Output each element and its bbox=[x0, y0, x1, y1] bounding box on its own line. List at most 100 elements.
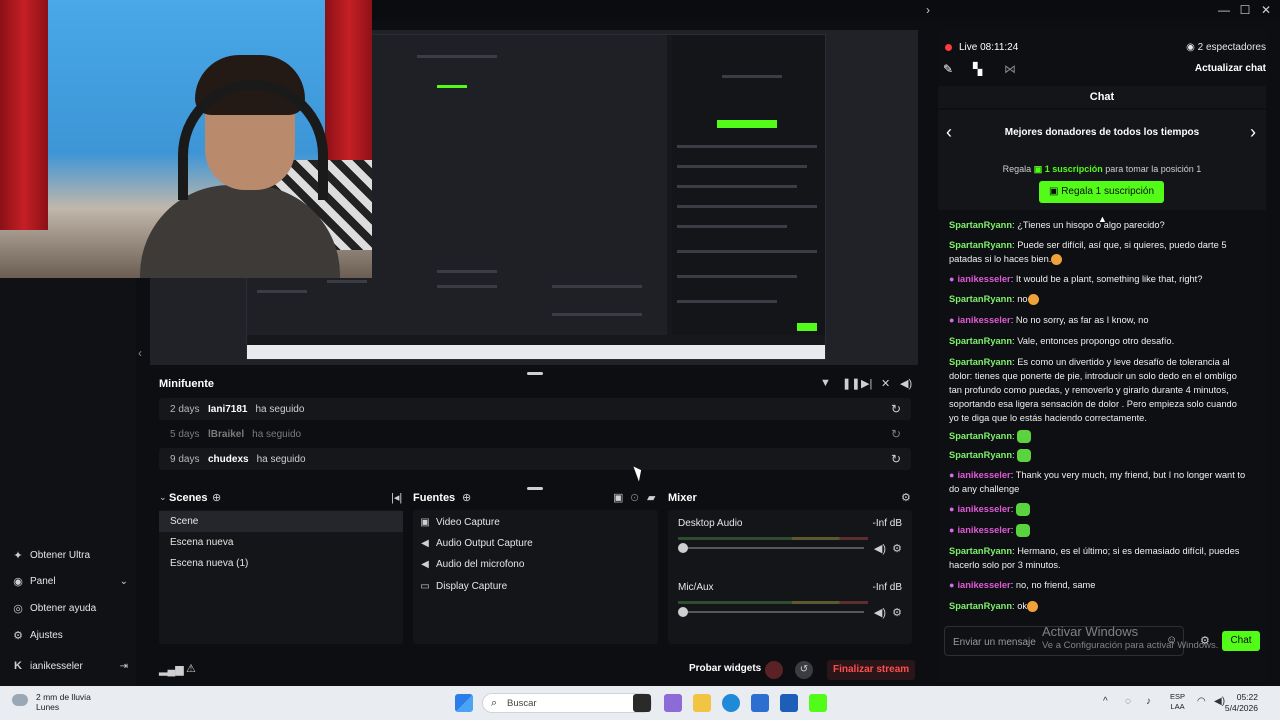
clock-date: 5/4/2026 bbox=[1224, 703, 1258, 713]
source-item[interactable]: ◀ Audio Output Capture bbox=[420, 534, 533, 552]
link-icon[interactable]: ⊙ bbox=[630, 491, 639, 504]
chat-username[interactable]: ianikesseler bbox=[957, 504, 1010, 514]
gift-count: 1 suscripción bbox=[1044, 164, 1103, 174]
share-icon[interactable]: ⋈ bbox=[1004, 62, 1016, 76]
collapse-chat-icon[interactable]: › bbox=[920, 2, 936, 18]
gear-icon[interactable]: ⚙ bbox=[892, 542, 902, 555]
chat-username[interactable]: ianikesseler bbox=[957, 470, 1010, 480]
chat-username[interactable]: ianikesseler bbox=[957, 315, 1010, 325]
alert-icon[interactable]: ⚠ bbox=[186, 662, 196, 675]
volume-slider-handle[interactable] bbox=[678, 543, 688, 553]
close-button[interactable]: ✕ bbox=[1258, 2, 1274, 18]
gift-subscription-button[interactable]: ▣ Regala 1 suscripción bbox=[1039, 181, 1164, 203]
chat-username[interactable]: ianikesseler bbox=[957, 580, 1010, 590]
chat-username[interactable]: SpartanRyann bbox=[949, 601, 1012, 611]
task-view-icon[interactable] bbox=[633, 694, 651, 712]
chat-text: ¿Tienes un hisopo o algo parecido? bbox=[1017, 220, 1165, 230]
network-icon[interactable]: ◌ bbox=[1125, 696, 1131, 707]
sidebar-user[interactable]: K ianikesseler ⇥ bbox=[12, 657, 128, 675]
maximize-button[interactable]: ☐ bbox=[1237, 2, 1253, 18]
clip-icon[interactable]: ▚ bbox=[973, 62, 982, 76]
sidebar-item-panel[interactable]: ◉ Panel ⌄ bbox=[12, 572, 128, 590]
gear-icon[interactable]: ⚙ bbox=[892, 606, 902, 619]
event-user: lBraikel bbox=[208, 428, 245, 440]
clock[interactable]: 05:22 5/4/2026 bbox=[1225, 692, 1258, 714]
gift-button-label: Regala 1 suscripción bbox=[1061, 186, 1155, 197]
update-chat-button[interactable]: Actualizar chat bbox=[1195, 63, 1266, 74]
event-action: ha seguido bbox=[255, 403, 305, 415]
file-explorer-icon[interactable] bbox=[693, 694, 711, 712]
send-chat-button[interactable]: Chat bbox=[1222, 631, 1260, 651]
edge-icon[interactable] bbox=[722, 694, 740, 712]
chat-username[interactable]: SpartanRyann bbox=[949, 220, 1012, 230]
store-icon[interactable] bbox=[780, 694, 798, 712]
replay-icon[interactable]: ↻ bbox=[891, 402, 901, 416]
outlook-icon[interactable] bbox=[751, 694, 769, 712]
tray-chevron-icon[interactable]: ^ bbox=[1103, 696, 1108, 707]
weather-widget[interactable]: 2 mm de lluvia Lunes bbox=[12, 692, 91, 712]
event-user: Iani7181 bbox=[208, 403, 248, 415]
source-item[interactable]: ▭ Display Capture bbox=[420, 577, 507, 595]
source-item[interactable]: ◀ Audio del microfono bbox=[420, 555, 524, 573]
volume-icon[interactable]: ◀) bbox=[900, 377, 912, 390]
chat-username[interactable]: SpartanRyann bbox=[949, 357, 1012, 367]
language-indicator[interactable]: ESP LAA bbox=[1170, 692, 1185, 712]
resize-handle[interactable] bbox=[527, 487, 543, 490]
chat-username[interactable]: ianikesseler bbox=[957, 274, 1010, 284]
volume-icon[interactable]: ◀) bbox=[874, 606, 886, 619]
sidebar-item-ultra[interactable]: ✦ Obtener Ultra bbox=[12, 546, 90, 564]
scene-item[interactable]: Scene bbox=[159, 511, 403, 532]
skip-icon[interactable]: ▶| bbox=[861, 377, 872, 390]
speaker-icon[interactable]: ◀) bbox=[1214, 696, 1225, 707]
replay-icon[interactable]: ↻ bbox=[891, 452, 901, 466]
kick-studio-icon[interactable] bbox=[809, 694, 827, 712]
gear-icon: ⚙ bbox=[13, 629, 23, 642]
edit-icon[interactable]: ✎ bbox=[943, 62, 953, 76]
chevron-right-icon[interactable]: › bbox=[1250, 122, 1256, 143]
chat-username[interactable]: SpartanRyann bbox=[949, 240, 1012, 250]
chevron-down-icon[interactable]: ⌄ bbox=[159, 492, 167, 503]
source-item[interactable]: ▣ Video Capture bbox=[420, 513, 499, 531]
stats-icon[interactable]: ▂▄▆ bbox=[159, 663, 184, 676]
chat-username[interactable]: ianikesseler bbox=[957, 525, 1010, 535]
filter-icon[interactable]: ▼ bbox=[820, 377, 831, 389]
mic-icon[interactable]: ♪ bbox=[1146, 696, 1151, 707]
pause-icon[interactable]: ❚❚ bbox=[842, 377, 860, 390]
scene-item[interactable]: Escena nueva bbox=[159, 532, 403, 553]
volume-slider-handle[interactable] bbox=[678, 607, 688, 617]
copilot-icon[interactable] bbox=[664, 694, 682, 712]
volume-slider[interactable] bbox=[684, 611, 864, 613]
sidebar-item-help[interactable]: ◎ Obtener ayuda bbox=[12, 599, 96, 617]
chevron-left-icon[interactable]: ‹ bbox=[138, 346, 142, 360]
taskbar-search[interactable]: ⌕ Buscar bbox=[482, 693, 652, 713]
record-button[interactable] bbox=[765, 661, 783, 679]
volume-slider[interactable] bbox=[684, 547, 864, 549]
event-user: chudexs bbox=[208, 453, 249, 465]
replay-buffer-button[interactable]: ↺ bbox=[795, 661, 813, 679]
gear-icon[interactable]: ⚙ bbox=[901, 491, 911, 504]
windows-start-icon[interactable] bbox=[455, 694, 473, 712]
preview-toggle-icon[interactable]: ▣ bbox=[613, 491, 623, 504]
logout-icon[interactable]: ⇥ bbox=[120, 661, 128, 672]
chat-text: no, no friend, same bbox=[1015, 580, 1096, 590]
clock-time: 05:22 bbox=[1236, 692, 1258, 702]
add-scene-icon[interactable]: ⊕ bbox=[212, 491, 221, 504]
wifi-icon[interactable]: ◠ bbox=[1197, 696, 1206, 707]
chat-username[interactable]: SpartanRyann bbox=[949, 450, 1012, 460]
chat-username[interactable]: SpartanRyann bbox=[949, 336, 1012, 346]
sidebar-item-settings[interactable]: ⚙ Ajustes bbox=[12, 626, 63, 644]
mute-alerts-icon[interactable]: ✕ bbox=[881, 377, 890, 390]
chat-username[interactable]: SpartanRyann bbox=[949, 294, 1012, 304]
chat-username[interactable]: SpartanRyann bbox=[949, 546, 1012, 556]
chat-username[interactable]: SpartanRyann bbox=[949, 431, 1012, 441]
preview-inner-chat bbox=[672, 35, 825, 335]
folder-icon[interactable]: ▰ bbox=[647, 491, 655, 504]
volume-icon[interactable]: ◀) bbox=[874, 542, 886, 555]
replay-icon[interactable]: ↻ bbox=[891, 427, 901, 441]
channel-db: -Inf dB bbox=[872, 518, 902, 529]
add-source-icon[interactable]: ⊕ bbox=[462, 491, 471, 504]
collapse-panel-icon[interactable]: |◂| bbox=[391, 491, 402, 504]
scene-item[interactable]: Escena nueva (1) bbox=[159, 553, 403, 574]
end-stream-button[interactable]: Finalizar stream bbox=[827, 660, 916, 680]
minimize-button[interactable]: — bbox=[1216, 2, 1232, 18]
